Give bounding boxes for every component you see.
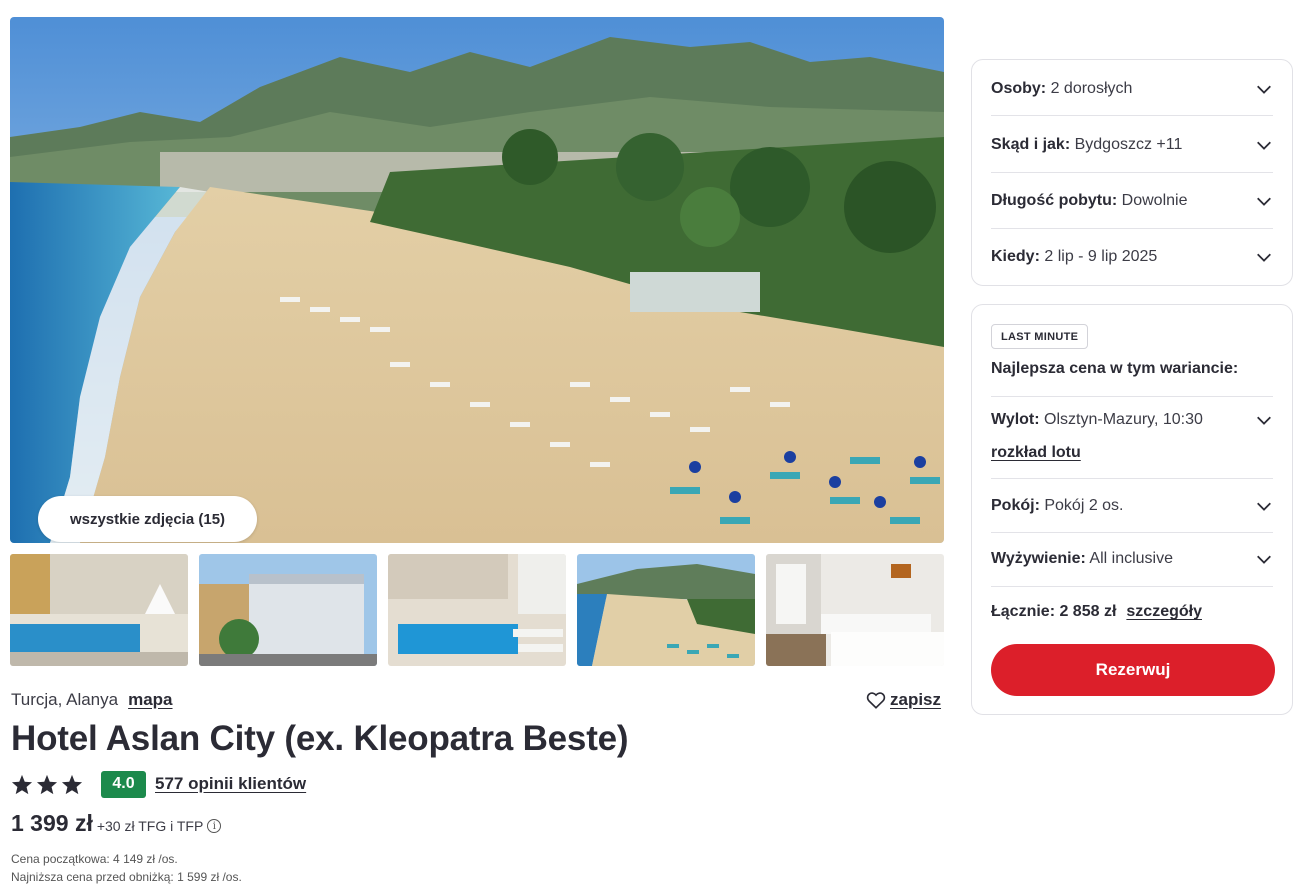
star-icon [36,774,58,794]
flight-schedule-link[interactable]: rozkład lotu [991,444,1081,462]
review-score-badge: 4.0 [101,770,146,798]
dates-selector[interactable]: Kiedy: 2 lip - 9 lip 2025 [991,245,1273,269]
persons-label: Osoby: [991,80,1047,97]
search-params-panel: Osoby: 2 dorosłych Skąd i jak: Bydgoszcz… [971,59,1293,286]
stay-length-label: Długość pobytu: [991,192,1118,209]
room-label: Pokój: [991,497,1040,514]
thumbnail-pool-courtyard[interactable] [10,554,188,666]
chevron-down-icon [1257,141,1271,150]
chevron-down-icon [1257,85,1271,94]
price-per-person: 1 399 zł [11,810,93,836]
location-line: Turcja, Alanya mapa [11,690,173,710]
total-price-row: Łącznie: 2 858 zł szczegóły [991,603,1202,621]
thumbnail-hotel-building[interactable] [199,554,377,666]
divider [991,586,1273,587]
chevron-down-icon [1257,555,1271,564]
reserve-button[interactable]: Rezerwuj [991,644,1275,696]
all-photos-button[interactable]: wszystkie zdjęcia (15) [38,496,257,542]
chevron-down-icon [1257,197,1271,206]
divider [991,478,1273,479]
lowest-price-note: Najniższa cena przed obniżką: 1 599 zł /… [11,870,242,884]
stay-length-value: Dowolnie [1121,192,1188,209]
chevron-down-icon [1257,502,1271,511]
divider [991,532,1273,533]
flight-selector[interactable]: Wylot: Olsztyn-Mazury, 10:30 [991,411,1273,435]
thumbnail-twin-room[interactable] [766,554,944,666]
board-value: All inclusive [1089,550,1173,567]
price-details-link[interactable]: szczegóły [1126,603,1202,621]
reviews-link[interactable]: 577 opinii klientów [155,774,306,794]
hotel-name: Hotel Aslan City (ex. Kleopatra Beste) [11,719,629,758]
departure-selector[interactable]: Skąd i jak: Bydgoszcz +11 [991,133,1273,157]
persons-value: 2 dorosłych [1050,80,1133,97]
divider [991,396,1273,397]
divider [991,115,1273,116]
price-extra-fees: +30 zł TFG i TFP i [96,818,222,834]
departure-label: Skąd i jak: [991,136,1071,153]
info-icon[interactable]: i [207,819,222,833]
thumbnail-pool-loungers[interactable] [388,554,566,666]
dates-label: Kiedy: [991,248,1040,265]
beach-aerial-image [10,17,944,543]
save-button[interactable]: zapisz [866,690,941,710]
location-text: Turcja, Alanya [11,690,119,709]
initial-price-note: Cena początkowa: 4 149 zł /os. [11,852,178,866]
board-label: Wyżywienie: [991,550,1086,567]
best-price-heading: Najlepsza cena w tym wariancie: [991,360,1239,377]
dates-value: 2 lip - 9 lip 2025 [1044,248,1158,265]
room-value: Pokój 2 os. [1044,497,1124,514]
price-extra-text: +30 zł TFG i TFP [96,818,204,834]
divider [991,228,1273,229]
price-row: 1 399 zł +30 zł TFG i TFP i [11,810,222,837]
chevron-down-icon [1257,416,1271,425]
thumbnail-beach-aerial[interactable] [577,554,755,666]
flight-value: Olsztyn-Mazury, 10:30 [1044,411,1203,428]
map-link[interactable]: mapa [128,690,172,710]
persons-selector[interactable]: Osoby: 2 dorosłych [991,77,1273,101]
chevron-down-icon [1257,253,1271,262]
main-photo[interactable]: wszystkie zdjęcia (15) [10,17,944,543]
total-price: Łącznie: 2 858 zł [991,603,1117,620]
offer-panel: LAST MINUTE Najlepsza cena w tym warianc… [971,304,1293,715]
star-rating [11,774,83,795]
stay-length-selector[interactable]: Długość pobytu: Dowolnie [991,189,1273,213]
save-label: zapisz [890,690,942,709]
flight-label: Wylot: [991,411,1040,428]
room-selector[interactable]: Pokój: Pokój 2 os. [991,494,1273,518]
last-minute-badge: LAST MINUTE [991,324,1089,349]
board-selector[interactable]: Wyżywienie: All inclusive [991,547,1273,571]
departure-value: Bydgoszcz +11 [1074,136,1183,153]
heart-icon [866,692,886,709]
divider [991,172,1273,173]
star-icon [61,774,83,794]
star-icon [11,774,33,794]
rating-row: 4.0 577 opinii klientów [11,770,306,798]
